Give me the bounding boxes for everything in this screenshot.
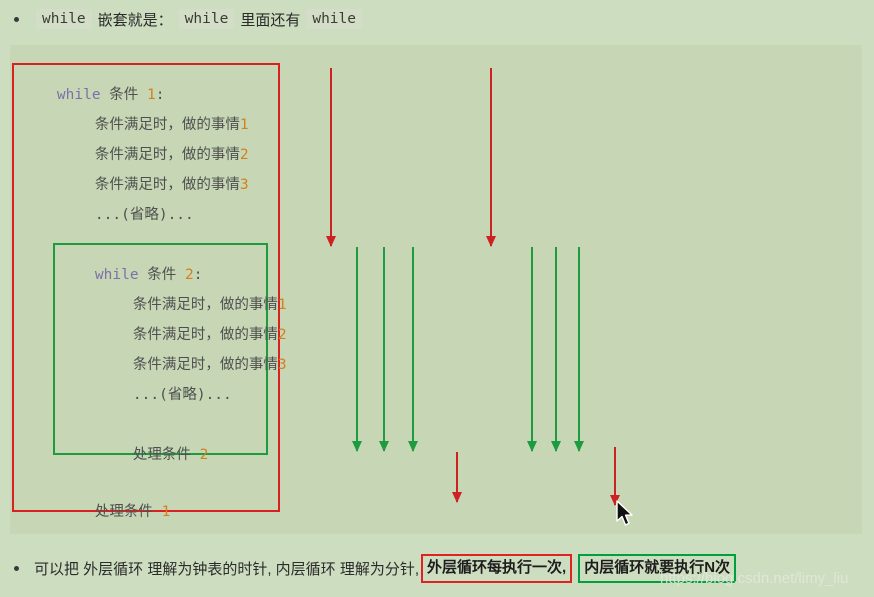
inner-body-ellipsis: ...(省略)... [132, 387, 232, 403]
arrow-shaft [412, 247, 414, 451]
arrow-head-icon [486, 236, 496, 247]
outer-body-num-2: 2 [239, 147, 249, 163]
inner-loop-note-box: 内层循环就要执行N次 [578, 553, 737, 583]
outer-body-num-1: 1 [239, 117, 249, 133]
inner-loop-footer: 处理条件 2 [98, 433, 208, 478]
bullet-dot [14, 16, 19, 22]
arrow-head-icon [527, 441, 537, 452]
arrow-head-icon [326, 236, 336, 247]
inner-loop-keyword: while [94, 267, 139, 283]
arrow-head-icon [379, 441, 389, 452]
arrow-shaft [490, 68, 492, 246]
outer-body-num-3: 3 [239, 177, 249, 193]
inner-loop-header-number: 2 [185, 267, 194, 283]
outer-footer-text: 处理条件 [94, 504, 162, 520]
inner-body-text-3: 条件满足时，做的事情 [132, 357, 278, 373]
outer-loop-footer: 处理条件 1 [60, 490, 170, 535]
outer-body-text-3: 条件满足时，做的事情 [94, 177, 240, 193]
inner-body-num-3: 3 [277, 357, 287, 373]
top-bullet-text-1: 嵌套就是： [97, 11, 173, 29]
top-bullet-text-2: 里面还有 [240, 11, 301, 29]
outer-footer-num: 1 [161, 504, 171, 520]
inner-body-text-1: 条件满足时，做的事情 [132, 297, 278, 313]
arrow-shaft [578, 247, 580, 451]
arrow-head-icon [551, 441, 561, 452]
inner-body-num-2: 2 [277, 327, 287, 343]
arrow-shaft [383, 247, 385, 451]
code-block-panel: while 条件 1: 条件满足时，做的事情1 条件满足时，做的事情2 条件满足… [10, 45, 862, 534]
arrow-head-icon [352, 441, 362, 452]
arrow-head-icon [610, 495, 620, 506]
inner-loop-header-text: 条件 [138, 267, 186, 283]
inner-body-num-1: 1 [277, 297, 287, 313]
outer-loop-header-colon: : [155, 87, 165, 103]
arrow-shaft [330, 68, 332, 246]
outer-loop-header-text: 条件 [100, 87, 148, 103]
top-bullet-line: while 嵌套就是： while 里面还有 while [14, 4, 366, 34]
inner-footer-text: 处理条件 [132, 447, 200, 463]
outer-loop-keyword: while [56, 87, 101, 103]
arrow-shaft [356, 247, 358, 451]
inner-body-text-2: 条件满足时，做的事情 [132, 327, 278, 343]
arrow-head-icon [574, 441, 584, 452]
inline-code-while-2: while [178, 9, 235, 29]
inline-code-while-1: while [36, 9, 92, 29]
arrow-head-icon [408, 441, 418, 452]
outer-loop-note-box: 外层循环每执行一次, [421, 553, 573, 583]
outer-body-text-1: 条件满足时，做的事情 [94, 117, 240, 133]
inner-loop-ellipsis-line: ...(省略)... [98, 373, 232, 418]
outer-loop-ellipsis-line: ...(省略)... [60, 193, 194, 238]
bottom-bullet-line: 可以把 外层循环 理解为钟表的时针, 内层循环 理解为分针, 外层循环每执行一次… [14, 553, 737, 583]
inner-loop-header-colon: : [193, 267, 203, 283]
outer-body-text-2: 条件满足时，做的事情 [94, 147, 240, 163]
bullet-dot [14, 565, 19, 571]
arrow-head-icon [452, 492, 462, 503]
arrow-shaft [531, 247, 533, 451]
bottom-bullet-text: 可以把 外层循环 理解为钟表的时针, 内层循环 理解为分针, [34, 560, 420, 578]
outer-body-ellipsis: ...(省略)... [94, 207, 194, 223]
outer-loop-header-number: 1 [147, 87, 156, 103]
inline-code-while-3: while [306, 9, 362, 29]
inner-footer-num: 2 [199, 447, 209, 463]
arrow-shaft [555, 247, 557, 451]
